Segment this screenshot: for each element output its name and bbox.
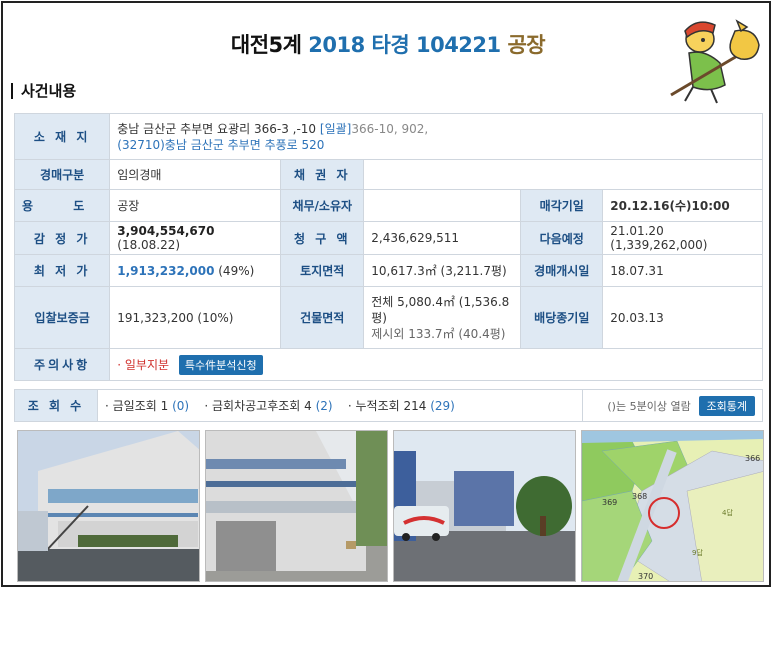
court-name: 대전5계: [230, 33, 302, 57]
minimum-label: 최 저 가: [13, 254, 111, 287]
map-label-366: 366: [745, 454, 760, 463]
views-note-cell: ()는 5분이상 열람 조회통계: [582, 389, 763, 422]
next-schedule-value: 21.01.20 (1,339,262,000): [602, 221, 763, 255]
row-minimum: 최 저 가 1,913,232,000 (49%) 토지면적 10,617.3㎡…: [13, 254, 763, 287]
building-area-line2: 평): [371, 310, 387, 325]
start-date-value: 18.07.31: [602, 254, 763, 287]
property-photo-1[interactable]: [17, 430, 200, 582]
row-location: 소 재 지 충남 금산군 추부면 요광리 366-3 ,-10 [일괄]366-…: [13, 113, 763, 160]
total-views-label: · 누적조회: [347, 399, 400, 413]
usage-value: 공장: [109, 189, 282, 222]
building-area-value: 전체 5,080.4㎡ (1,536.8 평) 제시외 133.7㎡ (40.4…: [363, 286, 522, 349]
auction-type-value: 임의경매: [109, 159, 282, 190]
usage-label: 용 도: [13, 189, 111, 222]
views-note: ()는 5분이상 열람: [607, 399, 691, 413]
views-counts: · 금일조회 1 (0) · 금회차공고후조회 4 (2) · 누적조회 214…: [97, 389, 583, 422]
location-value: 충남 금산군 추부면 요광리 366-3 ,-10 [일괄]366-10, 90…: [109, 113, 763, 160]
view-stats-button[interactable]: 조회통계: [698, 395, 755, 416]
views-label: 조 회 수: [14, 389, 98, 422]
road-address: (32710)충남 금산군 추부면 추풍로 520: [117, 137, 325, 152]
appraisal-amount: 3,904,554,670: [117, 224, 215, 238]
since-views-sub: (2): [315, 399, 333, 413]
cadastral-map[interactable]: 366 369 368 370 4답 9답: [581, 430, 764, 582]
photo-gallery: 366 369 368 370 4답 9답: [17, 430, 764, 582]
auction-type-label: 경매구분: [13, 159, 111, 190]
notes-value: · 일부지분 특수件분석신청: [109, 348, 763, 381]
creditor-label: 채 권 자: [280, 159, 365, 190]
debtor-label: 채무/소유자: [280, 189, 365, 222]
dividend-date-value: 20.03.13: [602, 286, 763, 349]
sale-date-value: 20.12.16(수)10:00: [602, 189, 763, 222]
total-views-sub: (29): [430, 399, 455, 413]
location-label: 소 재 지: [13, 113, 111, 160]
partial-share-note: · 일부지분: [117, 357, 170, 372]
claim-label: 청 구 액: [280, 221, 365, 255]
bulk-parcels: 366-10, 902,: [351, 121, 429, 136]
address-primary: 충남 금산군 추부면 요광리 366-3 ,-10: [117, 121, 317, 136]
map-label-9dap: 9답: [692, 548, 703, 557]
building-area-label: 건물면적: [280, 286, 365, 349]
sale-date-label: 매각기일: [520, 189, 604, 222]
land-area-label: 토지면적: [280, 254, 365, 287]
debtor-value: [363, 189, 522, 222]
start-date-label: 경매개시일: [520, 254, 604, 287]
bulk-tag-link[interactable]: [일괄]: [320, 122, 351, 136]
today-views-sub: (0): [172, 399, 190, 413]
map-label-369: 369: [602, 498, 617, 507]
total-views-count: 214: [403, 399, 427, 413]
page-title: 대전5계 2018 타경 104221 공장: [3, 29, 773, 59]
minimum-value: 1,913,232,000 (49%): [109, 254, 282, 287]
section-heading: 사건내용: [11, 83, 76, 99]
deposit-label: 입찰보증금: [13, 286, 111, 349]
appraisal-value: 3,904,554,670 (18.08.22): [109, 221, 282, 255]
next-schedule-label: 다음예정: [520, 221, 604, 255]
page-frame: 대전5계 2018 타경 104221 공장 사건내용 소 재 지 충남 금산군…: [1, 1, 771, 587]
since-views-count: 4: [304, 399, 312, 413]
traveler-mascot-icon: [670, 19, 760, 104]
notes-label: 주의사항: [13, 348, 111, 381]
view-stats-table: 조 회 수 · 금일조회 1 (0) · 금회차공고후조회 4 (2) · 누적…: [14, 389, 763, 422]
row-notes: 주의사항 · 일부지분 특수件분석신청: [13, 348, 763, 381]
row-usage: 용 도 공장 채무/소유자 매각기일 20.12.16(수)10:00: [13, 189, 763, 222]
dividend-date-label: 배당종기일: [520, 286, 604, 349]
map-label-368: 368: [632, 492, 647, 501]
building-area-line1: 전체 5,080.4㎡ (1,536.8: [371, 294, 510, 309]
land-area-value: 10,617.3㎡ (3,211.7평): [363, 254, 522, 287]
property-photo-3[interactable]: [393, 430, 576, 582]
creditor-value: [363, 159, 763, 190]
row-deposit: 입찰보증금 191,323,200 (10%) 건물면적 전체 5,080.4㎡…: [13, 286, 763, 349]
property-photo-2[interactable]: [205, 430, 388, 582]
deposit-value: 191,323,200 (10%): [109, 286, 282, 349]
map-label-4dap: 4답: [722, 508, 733, 517]
appraisal-date: (18.08.22): [117, 238, 181, 252]
map-label-370: 370: [638, 572, 653, 581]
since-views-label: · 금회차공고후조회: [204, 399, 301, 413]
special-analysis-button[interactable]: 특수件분석신청: [178, 354, 263, 375]
row-appraisal: 감 정 가 3,904,554,670 (18.08.22) 청 구 액 2,4…: [13, 221, 763, 255]
building-area-line3: 제시외 133.7㎡ (40.4평): [371, 326, 506, 341]
case-info-table: 소 재 지 충남 금산군 추부면 요광리 366-3 ,-10 [일괄]366-…: [13, 113, 763, 381]
minimum-amount: 1,913,232,000: [117, 263, 215, 278]
appraisal-label: 감 정 가: [13, 221, 111, 255]
row-auction-type: 경매구분 임의경매 채 권 자: [13, 159, 763, 190]
property-type: 공장: [507, 33, 546, 57]
today-views-label: · 금일조회: [105, 399, 157, 413]
minimum-percent: (49%): [214, 263, 255, 278]
claim-value: 2,436,629,511: [363, 221, 522, 255]
case-number: 2018 타경 104221: [308, 33, 501, 57]
today-views-count: 1: [160, 399, 169, 413]
